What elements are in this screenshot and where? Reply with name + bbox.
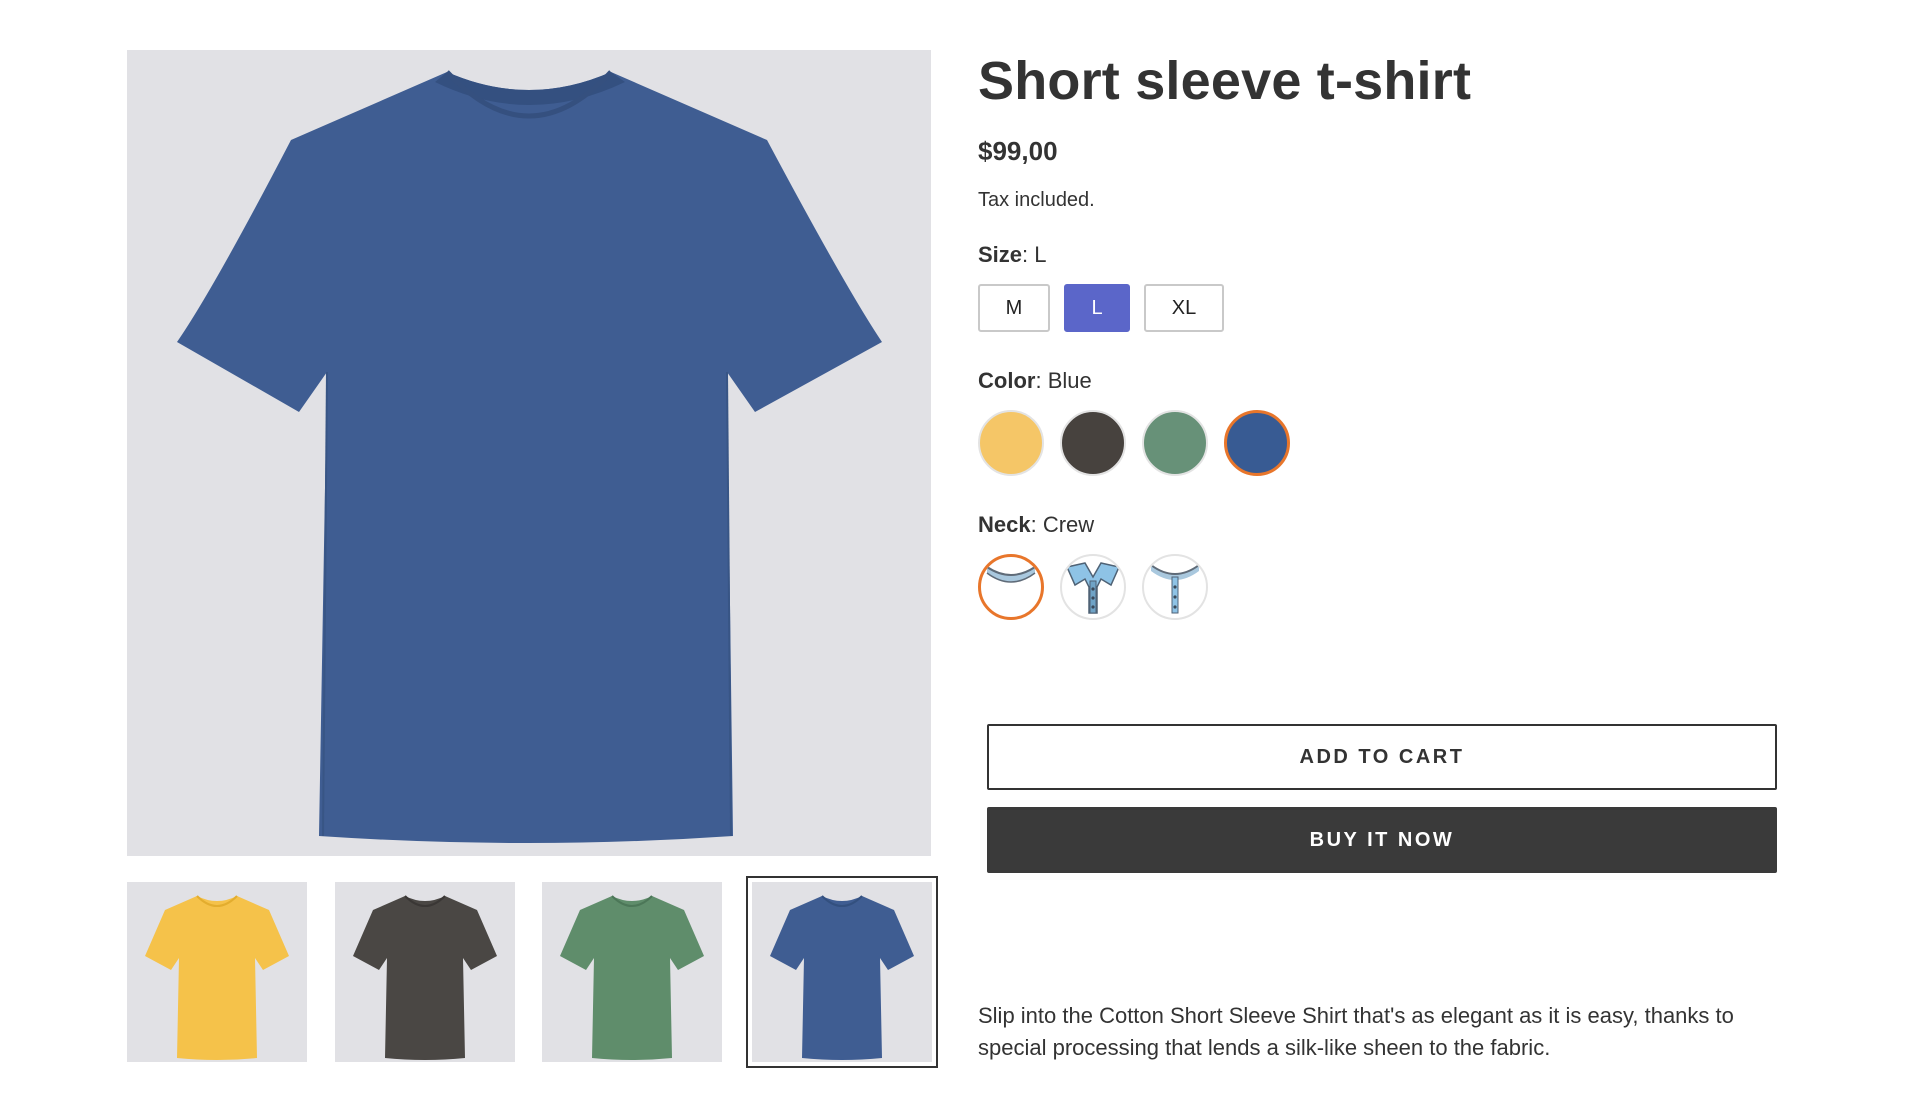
- tshirt-blue-image: [177, 70, 882, 843]
- size-label-name: Size: [978, 242, 1023, 267]
- thumbnail-blue[interactable]: [752, 882, 932, 1062]
- product-options: Size: L M L XL Color: Blue Neck: Crew AD…: [978, 48, 1778, 1068]
- main-product-image: [127, 50, 931, 856]
- color-label-name: Color: [978, 368, 1036, 393]
- size-option-label: Size: L: [978, 242, 1047, 267]
- neck-selector: [978, 554, 1208, 620]
- crew-neck-icon: [986, 566, 1036, 583]
- neck-label-name: Neck: [978, 512, 1031, 537]
- product-page: Short sleeve t-shirt $99,00 Tax included…: [0, 0, 1912, 1100]
- tshirt-yellow-image: [145, 895, 289, 1060]
- color-selected-value: Blue: [1047, 368, 1092, 393]
- henley-neck-icon: [1150, 564, 1200, 614]
- color-option-label: Color: Blue: [978, 368, 1092, 393]
- color-swatch-blue[interactable]: [1224, 410, 1290, 476]
- product-description: Slip into the Cotton Short Sleeve Shirt …: [978, 1003, 1734, 1060]
- neck-option-crew[interactable]: [978, 554, 1044, 620]
- color-selector: [978, 410, 1290, 476]
- size-selector: M L XL: [978, 284, 1224, 332]
- color-swatch-green[interactable]: [1142, 410, 1208, 476]
- size-button-l[interactable]: L: [1064, 284, 1130, 332]
- neck-option-henley[interactable]: [1142, 554, 1208, 620]
- size-selected-value: L: [1034, 242, 1047, 267]
- tshirt-charcoal-image: [353, 895, 497, 1060]
- neck-option-polo[interactable]: [1060, 554, 1126, 620]
- product-gallery: [127, 50, 941, 1068]
- neck-selected-value: Crew: [1042, 512, 1095, 537]
- polo-collar-icon: [1065, 562, 1121, 614]
- thumbnail-green[interactable]: [542, 882, 722, 1062]
- thumbnail-yellow[interactable]: [127, 882, 307, 1062]
- buy-it-now-button[interactable]: BUY IT NOW: [987, 807, 1777, 873]
- add-to-cart-button[interactable]: ADD TO CART: [987, 724, 1777, 790]
- size-button-xl[interactable]: XL: [1144, 284, 1224, 332]
- color-swatch-yellow[interactable]: [978, 410, 1044, 476]
- neck-option-label: Neck: Crew: [978, 512, 1095, 537]
- color-swatch-charcoal[interactable]: [1060, 410, 1126, 476]
- tshirt-green-image: [560, 895, 704, 1060]
- thumbnail-charcoal[interactable]: [335, 882, 515, 1062]
- thumbnail-strip: [127, 876, 941, 1070]
- tshirt-blue-thumb-image: [770, 895, 914, 1060]
- size-button-m[interactable]: M: [978, 284, 1050, 332]
